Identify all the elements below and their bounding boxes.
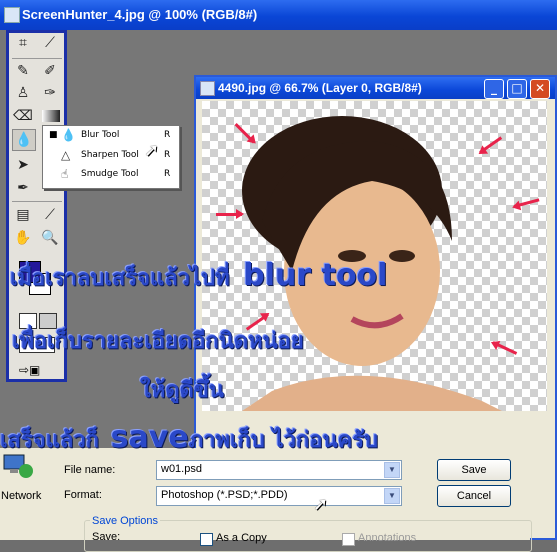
file-name-value: w01.psd <box>161 463 202 475</box>
healing-brush-icon[interactable]: ✎ <box>12 61 34 81</box>
blur-icon[interactable]: 💧 <box>12 129 36 151</box>
gradient-icon[interactable] <box>42 110 60 122</box>
brush-icon[interactable]: ✐ <box>39 61 61 81</box>
overlay-line-1-highlight: blur tool <box>243 258 388 293</box>
pen-icon[interactable]: ✒ <box>12 178 34 198</box>
sharpen-icon: △ <box>61 148 71 162</box>
format-value: Photoshop (*.PSD;*.PDD) <box>161 489 288 501</box>
overlay-line-4-highlight: save <box>110 420 189 455</box>
mouse-cursor-icon: ➚ <box>144 140 160 161</box>
chevron-down-icon[interactable]: ▼ <box>384 462 400 478</box>
path-select-icon[interactable]: ➤ <box>12 155 34 175</box>
overlay-line-4: เสร็จแล้วก็ saveภาพเก็บ ไว้ก่อนครับ <box>0 420 378 457</box>
flyout-shortcut: R <box>164 169 171 179</box>
overlay-line-4-pre: เสร็จแล้วก็ <box>0 428 99 453</box>
document-title: 4490.jpg @ 66.7% (Layer 0, RGB/8#) <box>218 81 422 95</box>
overlay-line-2: เพื่อเก็บรายละเอียดอีกนิดหน่อย <box>12 329 304 354</box>
blur-tool-flyout: ■ 💧 Blur Tool R △ Sharpen Tool R ☝ Smudg… <box>42 125 180 189</box>
active-bullet-icon: ■ <box>49 130 58 140</box>
cancel-button[interactable]: Cancel <box>437 485 511 507</box>
blur-icon: 💧 <box>61 128 76 142</box>
flyout-label: Smudge Tool <box>81 169 139 179</box>
as-a-copy-label: As a Copy <box>216 532 267 544</box>
save-button[interactable]: Save <box>437 459 511 481</box>
file-name-label: File name: <box>64 464 116 476</box>
format-select[interactable]: Photoshop (*.PSD;*.PDD) ▼ <box>156 486 402 506</box>
smudge-icon: ☝ <box>61 167 69 181</box>
flyout-item-smudge[interactable]: ☝ Smudge Tool R <box>43 166 179 185</box>
close-button[interactable]: ✕ <box>530 79 550 99</box>
zoom-icon[interactable]: 🔍 <box>39 228 61 248</box>
chevron-down-icon[interactable]: ▼ <box>384 488 400 504</box>
flyout-label: Blur Tool <box>81 130 120 140</box>
network-places-label[interactable]: Network <box>1 490 41 502</box>
history-brush-icon[interactable]: ✑ <box>39 83 61 103</box>
format-label: Format: <box>64 489 102 501</box>
eyedropper-icon[interactable]: ⟋ <box>39 33 61 53</box>
mouse-cursor-icon: ➚ <box>313 494 329 515</box>
document-title-bar[interactable]: 4490.jpg @ 66.7% (Layer 0, RGB/8#) _ □ ✕ <box>196 77 555 99</box>
maximize-button[interactable]: □ <box>507 79 527 99</box>
tool-divider <box>12 201 62 202</box>
overlay-line-4-post: ภาพเก็บ ไว้ก่อนครับ <box>188 428 378 453</box>
flyout-shortcut: R <box>164 150 171 160</box>
overlay-line-1: เมื่อเราลบเสร็จแล้วไปที่ blur tool <box>10 258 387 295</box>
photoshop-doc-icon <box>200 81 215 96</box>
overlay-line-1-text: เมื่อเราลบเสร็จแล้วไปที่ <box>10 266 230 291</box>
tool-divider <box>12 58 62 59</box>
minimize-button[interactable]: _ <box>484 79 504 99</box>
save-options-legend: Save Options <box>90 515 161 527</box>
portrait-photo <box>242 116 502 411</box>
annotations-label: Annotations <box>358 532 417 544</box>
image-canvas[interactable] <box>202 101 547 411</box>
overlay-line-3: ให้ดูดีขึ้น <box>140 378 224 403</box>
jump-to-imageready-icon[interactable]: ⇨▣ <box>19 363 53 377</box>
crop-icon[interactable]: ⌗ <box>12 33 34 53</box>
notes-icon[interactable]: ▤ <box>12 205 34 225</box>
outer-window-title-bar[interactable]: ScreenHunter_4.jpg @ 100% (RGB/8#) <box>0 0 557 30</box>
flyout-label: Sharpen Tool <box>81 150 139 160</box>
clone-stamp-icon[interactable]: ♙ <box>12 83 34 103</box>
file-name-input[interactable]: w01.psd ▼ <box>156 460 402 480</box>
eraser-icon[interactable]: ⌫ <box>12 106 34 126</box>
flyout-shortcut: R <box>164 130 171 140</box>
outer-window-title: ScreenHunter_4.jpg @ 100% (RGB/8#) <box>22 7 258 22</box>
photoshop-doc-icon <box>4 7 20 23</box>
eyedropper-2-icon[interactable]: ⟋ <box>39 205 61 225</box>
hand-icon[interactable]: ✋ <box>12 228 34 248</box>
save-sublabel: Save: <box>92 531 121 543</box>
red-arrow-icon <box>216 209 244 219</box>
